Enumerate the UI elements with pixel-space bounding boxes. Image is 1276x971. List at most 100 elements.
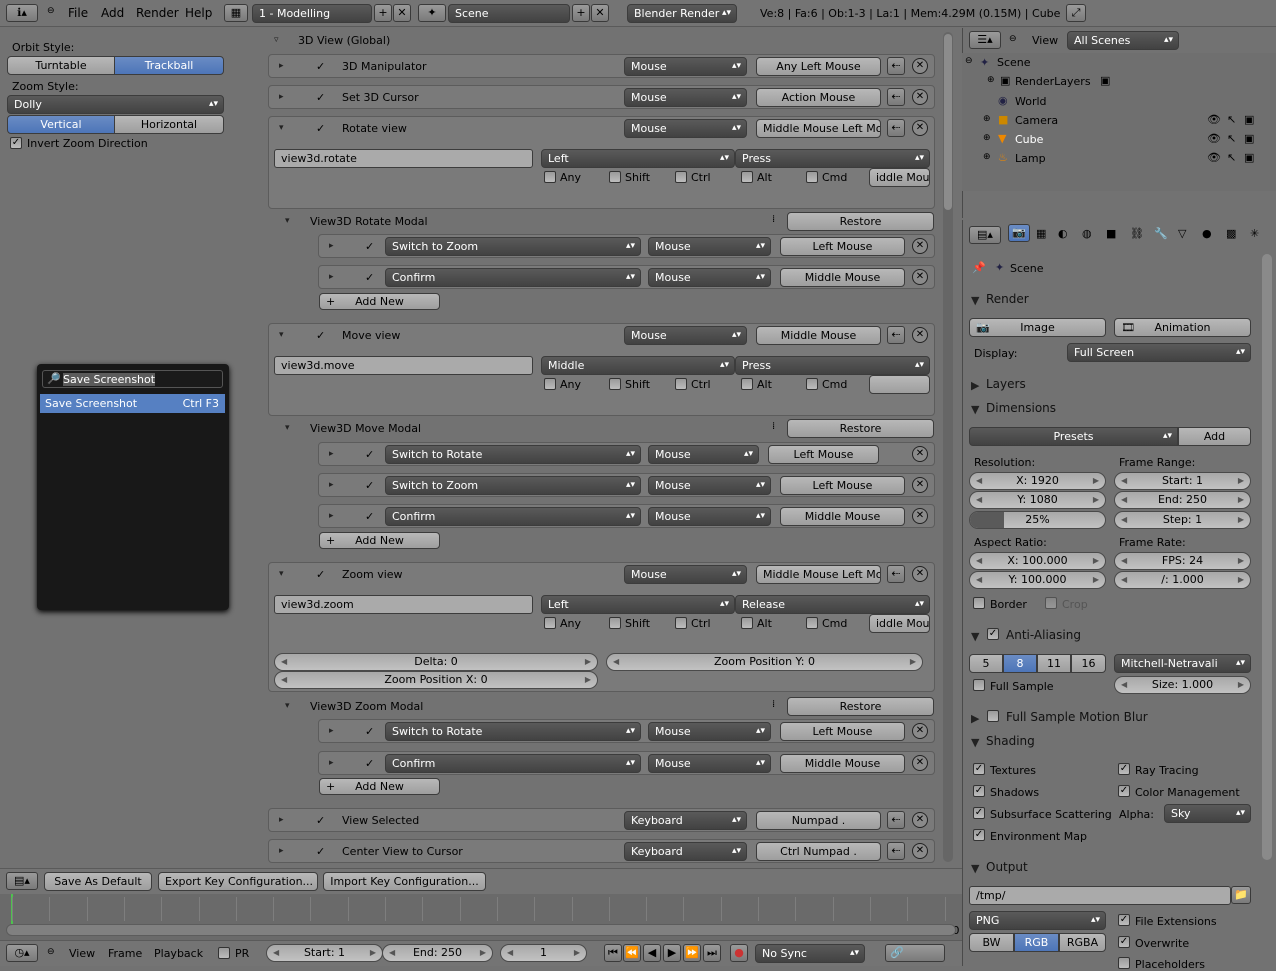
mouse-button-select[interactable]: Left ▴▾: [541, 595, 735, 614]
constraints-tab-icon[interactable]: ⛓: [1130, 227, 1144, 240]
input-type-select[interactable]: Mouse ▴▾: [624, 88, 747, 107]
sync-mode-select[interactable]: No Sync ▴▾: [755, 944, 865, 963]
fullscreen-icon[interactable]: ⤢: [1066, 4, 1086, 22]
add-scene-icon[interactable]: +: [572, 4, 590, 22]
expand-icon[interactable]: ⊕: [983, 133, 991, 143]
play-icon[interactable]: ▶: [663, 944, 681, 962]
fps-base-field[interactable]: ◀/: 1.000 ▶: [1114, 571, 1251, 589]
collapse-triangle-icon[interactable]: ▾: [279, 330, 284, 340]
key-field[interactable]: Middle Mouse Left Mouse: [756, 565, 881, 584]
collapse-icon[interactable]: ⊖: [1009, 34, 1017, 44]
expand-triangle-icon[interactable]: ▶: [971, 712, 979, 725]
editor-type-icon[interactable]: ▤▴: [6, 872, 38, 890]
remove-item-icon[interactable]: ✕: [912, 238, 928, 254]
mod-ctrl-checkbox[interactable]: [675, 378, 687, 390]
aa-samples-5[interactable]: 5: [969, 654, 1003, 673]
collapse-triangle-icon[interactable]: ▾: [279, 123, 284, 133]
remove-item-icon[interactable]: ✕: [912, 269, 928, 285]
render-animation-button[interactable]: 🎞 Animation: [1114, 318, 1251, 337]
expand-icon[interactable]: ⊕: [987, 75, 995, 85]
operator-id-field[interactable]: view3d.rotate: [274, 149, 533, 168]
restore-item-icon[interactable]: ⇠: [887, 119, 905, 137]
search-result-item[interactable]: Save Screenshot Ctrl F3: [40, 394, 225, 413]
expand-triangle-icon[interactable]: ▸: [329, 241, 334, 251]
enable-check-icon[interactable]: ✓: [316, 60, 325, 73]
restore-item-icon[interactable]: ⇠: [887, 565, 905, 583]
key-field[interactable]: Numpad .: [756, 811, 881, 830]
delta-field[interactable]: ◀ Delta: 0 ▶: [274, 653, 598, 671]
event-value-select[interactable]: Press ▴▾: [735, 356, 930, 375]
expand-triangle-icon[interactable]: ▸: [329, 272, 334, 282]
aa-samples-11[interactable]: 11: [1037, 654, 1071, 673]
data-tab-icon[interactable]: ▽: [1178, 227, 1186, 240]
mod-any-checkbox[interactable]: [544, 378, 556, 390]
expand-triangle-icon[interactable]: ▶: [971, 379, 979, 392]
crop-checkbox[interactable]: [1045, 597, 1057, 609]
border-checkbox[interactable]: [973, 597, 985, 609]
scrollbar-thumb[interactable]: [944, 34, 952, 210]
collapse-icon[interactable]: ⊖: [47, 6, 55, 16]
outliner-filter-select[interactable]: All Scenes ▴▾: [1067, 31, 1179, 50]
restore-item-icon[interactable]: ⇠: [887, 57, 905, 75]
object-tab-icon[interactable]: ■: [1106, 227, 1116, 240]
key-field[interactable]: Left Mouse: [768, 445, 879, 464]
expand-icon[interactable]: ⊕: [983, 114, 991, 124]
enable-check-icon[interactable]: ✓: [365, 725, 374, 738]
key-field[interactable]: Any Left Mouse: [756, 57, 881, 76]
mod-cmd-checkbox[interactable]: [806, 617, 818, 629]
expand-triangle-icon[interactable]: ▸: [329, 758, 334, 768]
motion-blur-panel-title[interactable]: Full Sample Motion Blur: [1006, 710, 1148, 724]
key-field[interactable]: Left Mouse: [780, 476, 905, 495]
restore-button[interactable]: Restore: [787, 419, 934, 438]
expand-triangle-icon[interactable]: ▸: [329, 449, 334, 459]
restore-item-icon[interactable]: ⇠: [887, 88, 905, 106]
expand-triangle-icon[interactable]: ▸: [279, 92, 284, 102]
mod-shift-checkbox[interactable]: [609, 378, 621, 390]
zoom-style-select[interactable]: Dolly ▴▾: [7, 95, 224, 114]
remove-item-icon[interactable]: ✕: [912, 723, 928, 739]
modal-action-select[interactable]: Switch to Zoom ▴▾: [385, 476, 641, 495]
enable-check-icon[interactable]: ✓: [365, 271, 374, 284]
remove-item-icon[interactable]: ✕: [912, 446, 928, 462]
color-bw-button[interactable]: BW: [969, 933, 1014, 952]
restore-button[interactable]: Restore: [787, 212, 934, 231]
timeline-scrollbar[interactable]: [6, 924, 956, 936]
input-type-select[interactable]: Mouse ▴▾: [648, 476, 771, 495]
export-keyconfig-button[interactable]: Export Key Configuration...: [158, 872, 318, 891]
keymap-scrollbar[interactable]: [943, 32, 953, 862]
orbit-trackball-button[interactable]: Trackball: [114, 56, 224, 75]
file-extensions-checkbox[interactable]: ✓: [1118, 914, 1130, 926]
file-format-select[interactable]: PNG ▴▾: [969, 911, 1106, 930]
enable-check-icon[interactable]: ✓: [316, 122, 325, 135]
key-field[interactable]: Middle Mouse: [780, 754, 905, 773]
key-field[interactable]: Middle Mouse Left Mouse: [756, 119, 881, 138]
preview-range-checkbox[interactable]: [218, 947, 230, 959]
menu-view[interactable]: View: [69, 947, 95, 960]
mod-shift-checkbox[interactable]: [609, 171, 621, 183]
outliner-item-world[interactable]: World: [1015, 95, 1047, 108]
render-camera-icon[interactable]: ▣: [1244, 132, 1254, 145]
import-keyconfig-button[interactable]: Import Key Configuration...: [323, 872, 486, 891]
record-icon[interactable]: ●: [730, 944, 748, 962]
collapse-triangle-icon[interactable]: ▼: [971, 736, 979, 749]
input-type-select[interactable]: Mouse ▴▾: [648, 268, 771, 287]
fps-field[interactable]: ◀ FPS: 24 ▶: [1114, 552, 1251, 570]
key-modifier-field[interactable]: [869, 375, 930, 394]
modal-action-select[interactable]: Confirm ▴▾: [385, 754, 641, 773]
aa-samples-16[interactable]: 16: [1071, 654, 1106, 673]
input-type-select[interactable]: Keyboard ▴▾: [624, 842, 747, 861]
outliner-item-cube[interactable]: Cube: [1015, 133, 1043, 146]
layout-icon[interactable]: ▦: [224, 4, 248, 22]
search-input[interactable]: 🔎 Save Screenshot: [42, 370, 223, 388]
collapse-triangle-icon[interactable]: ▾: [285, 423, 290, 433]
anti-aliasing-checkbox[interactable]: ✓: [987, 628, 999, 640]
anti-aliasing-panel-title[interactable]: Anti-Aliasing: [1006, 628, 1081, 642]
input-type-select[interactable]: Mouse ▴▾: [648, 445, 759, 464]
current-frame-field[interactable]: ◀ 1 ▶: [500, 944, 587, 962]
enable-check-icon[interactable]: ✓: [316, 329, 325, 342]
collapse-triangle-icon[interactable]: ▾: [285, 216, 290, 226]
frame-start-field[interactable]: ◀ Start: 1 ▶: [1114, 472, 1251, 490]
texture-tab-icon[interactable]: ▩: [1226, 227, 1236, 240]
enable-check-icon[interactable]: ✓: [316, 91, 325, 104]
enable-check-icon[interactable]: ✓: [365, 510, 374, 523]
